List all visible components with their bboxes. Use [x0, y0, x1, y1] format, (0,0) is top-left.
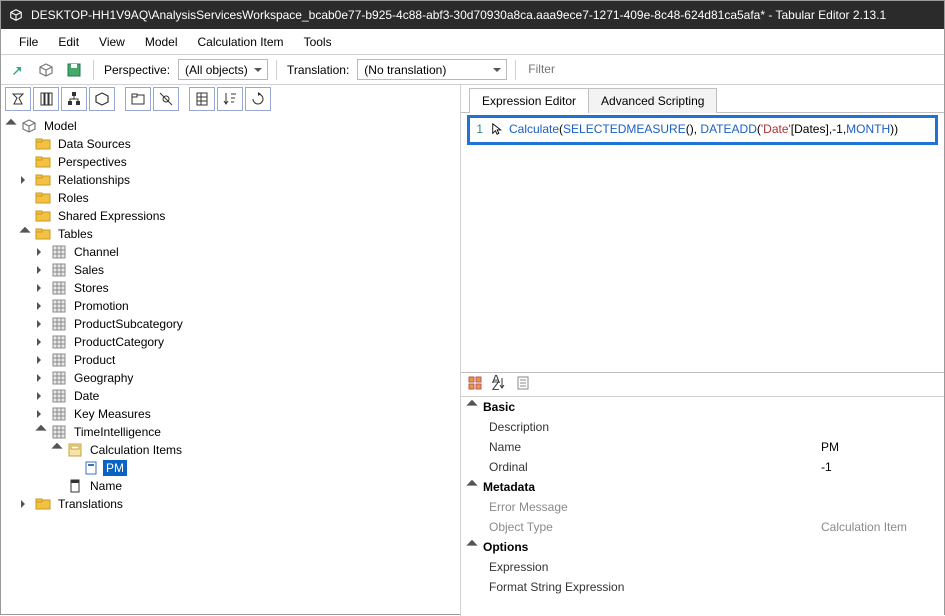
property-grid[interactable]: Basic Description NamePM Ordinal-1 Metad…	[461, 397, 944, 616]
prop-name[interactable]: NamePM	[461, 437, 944, 457]
translation-combo[interactable]: (No translation)	[357, 59, 507, 80]
prop-cat-basic[interactable]: Basic	[461, 397, 944, 417]
partitions-filter-icon[interactable]	[89, 87, 115, 111]
tree-column-name[interactable]: Name	[5, 477, 458, 495]
prop-object-type[interactable]: Object TypeCalculation Item	[461, 517, 944, 537]
model-tree[interactable]: Model Data Sources Perspectives Relation…	[1, 113, 460, 616]
tree-table-date[interactable]: Date	[5, 387, 458, 405]
separator	[515, 60, 516, 80]
property-grid-toolbar: AZ	[461, 373, 944, 397]
columns-filter-icon[interactable]	[33, 87, 59, 111]
window-titlebar: DESKTOP-HH1V9AQ\AnalysisServicesWorkspac…	[1, 1, 944, 29]
refresh-icon[interactable]	[245, 87, 271, 111]
tree-table-product[interactable]: Product	[5, 351, 458, 369]
menu-model[interactable]: Model	[137, 31, 186, 53]
tree-calc-item-pm[interactable]: PM	[5, 459, 458, 477]
translation-value: (No translation)	[364, 63, 446, 77]
filter-input[interactable]	[524, 59, 938, 80]
folder-view-icon[interactable]	[125, 87, 151, 111]
tree-table-promotion[interactable]: Promotion	[5, 297, 458, 315]
tree-data-sources[interactable]: Data Sources	[5, 135, 458, 153]
hidden-toggle-icon[interactable]	[153, 87, 179, 111]
menubar: File Edit View Model Calculation Item To…	[1, 29, 944, 55]
categorized-icon[interactable]	[467, 375, 483, 394]
connect-icon[interactable]	[7, 59, 29, 81]
type-sort-icon[interactable]	[217, 87, 243, 111]
deploy-cube-icon[interactable]	[35, 59, 57, 81]
window-title: DESKTOP-HH1V9AQ\AnalysisServicesWorkspac…	[31, 8, 886, 22]
tab-expression-editor[interactable]: Expression Editor	[469, 88, 589, 113]
prop-format-string-expression[interactable]: Format String Expression	[461, 577, 944, 597]
tree-table-geography[interactable]: Geography	[5, 369, 458, 387]
tree-table-productsubcategory[interactable]: ProductSubcategory	[5, 315, 458, 333]
tree-table-channel[interactable]: Channel	[5, 243, 458, 261]
tree-table-sales[interactable]: Sales	[5, 261, 458, 279]
tree-table-productcategory[interactable]: ProductCategory	[5, 333, 458, 351]
prop-expression[interactable]: Expression	[461, 557, 944, 577]
expression-editor[interactable]: 1 Calculate(SELECTEDMEASURE(), DATEADD('…	[461, 113, 944, 373]
perspective-combo[interactable]: (All objects)	[178, 59, 268, 80]
save-icon[interactable]	[63, 59, 85, 81]
tree-root-model[interactable]: Model	[5, 117, 458, 135]
menu-edit[interactable]: Edit	[50, 31, 87, 53]
perspective-value: (All objects)	[185, 63, 248, 77]
hierarchy-filter-icon[interactable]	[61, 87, 87, 111]
tree-toolstrip	[1, 85, 460, 113]
editor-tabs: Expression Editor Advanced Scripting	[461, 85, 944, 113]
line-number: 1	[473, 122, 483, 136]
prop-cat-metadata[interactable]: Metadata	[461, 477, 944, 497]
prop-ordinal[interactable]: Ordinal-1	[461, 457, 944, 477]
tree-roles[interactable]: Roles	[5, 189, 458, 207]
tree-table-timeintelligence[interactable]: TimeIntelligence	[5, 423, 458, 441]
property-pages-icon[interactable]	[515, 375, 531, 394]
mouse-cursor-icon	[491, 122, 505, 136]
tree-relationships[interactable]: Relationships	[5, 171, 458, 189]
alphabetical-icon[interactable]: AZ	[491, 375, 507, 394]
prop-error-message[interactable]: Error Message	[461, 497, 944, 517]
menu-tools[interactable]: Tools	[296, 31, 340, 53]
main-toolbar: Perspective: (All objects) Translation: …	[1, 55, 944, 85]
translation-label: Translation:	[285, 63, 351, 77]
menu-view[interactable]: View	[91, 31, 133, 53]
tab-advanced-scripting[interactable]: Advanced Scripting	[588, 88, 717, 113]
tree-calculation-items[interactable]: Calculation Items	[5, 441, 458, 459]
code-line-1: 1 Calculate(SELECTEDMEASURE(), DATEADD('…	[473, 122, 898, 136]
measures-filter-icon[interactable]	[5, 87, 31, 111]
alpha-sort-icon[interactable]	[189, 87, 215, 111]
perspective-label: Perspective:	[102, 63, 172, 77]
tree-pane: Model Data Sources Perspectives Relation…	[1, 85, 461, 616]
right-pane: Expression Editor Advanced Scripting 1 C…	[461, 85, 944, 616]
separator	[93, 60, 94, 80]
svg-text:Z: Z	[492, 379, 499, 391]
tree-perspectives[interactable]: Perspectives	[5, 153, 458, 171]
tree-tables[interactable]: Tables	[5, 225, 458, 243]
tree-table-stores[interactable]: Stores	[5, 279, 458, 297]
tree-translations[interactable]: Translations	[5, 495, 458, 513]
tree-table-key-measures[interactable]: Key Measures	[5, 405, 458, 423]
app-icon	[9, 8, 23, 22]
tree-shared-expressions[interactable]: Shared Expressions	[5, 207, 458, 225]
menu-file[interactable]: File	[11, 31, 46, 53]
separator	[276, 60, 277, 80]
prop-cat-options[interactable]: Options	[461, 537, 944, 557]
prop-description[interactable]: Description	[461, 417, 944, 437]
menu-calculation-item[interactable]: Calculation Item	[190, 31, 292, 53]
